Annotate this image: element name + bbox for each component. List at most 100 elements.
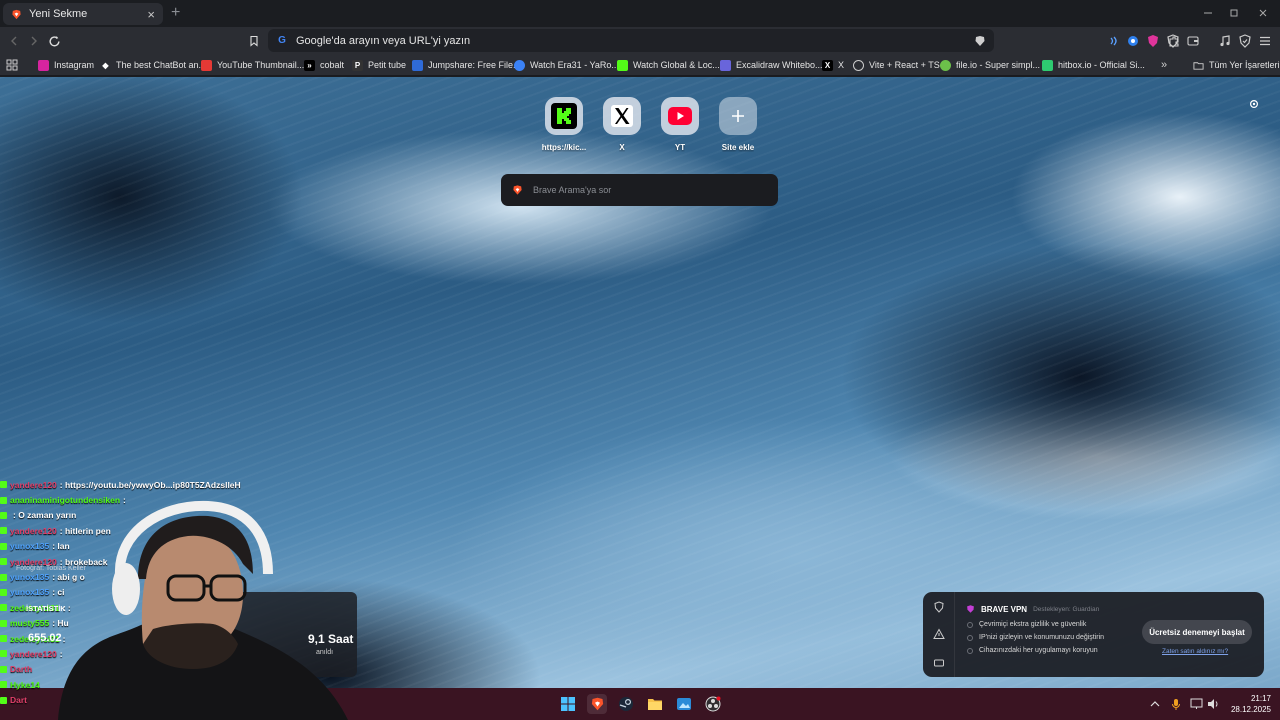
bookmark-chatbot[interactable]: ◆ The best ChatBot an... <box>100 57 206 73</box>
taskbar-obs[interactable] <box>703 694 723 714</box>
bookmark-watch-global[interactable]: Watch Global & Loc... <box>617 57 720 73</box>
file-io-icon <box>940 59 951 71</box>
kick-badge-icon <box>0 527 7 535</box>
obs-icon <box>705 696 721 712</box>
jumpshare-icon <box>412 59 423 71</box>
close-window-button[interactable] <box>1254 5 1272 21</box>
arrow-right-icon <box>31 36 37 46</box>
vpn-supported-by: Destekleyen: Guardian <box>1033 605 1100 613</box>
vpn-feature-text: Cihazınızdaki her uygulamayı koruyun <box>979 647 1098 654</box>
tab-new-tab[interactable]: Yeni Sekme × <box>3 3 163 25</box>
kick-badge-icon <box>0 604 7 612</box>
bookmark-youtube-thumbnail[interactable]: YouTube Thumbnail... <box>201 57 304 73</box>
apps-button[interactable] <box>6 57 18 73</box>
new-tab-button[interactable]: + <box>171 4 180 22</box>
bookmark-icon <box>250 35 258 47</box>
address-bar[interactable]: G <box>268 29 994 52</box>
minimize-button[interactable] <box>1199 5 1217 21</box>
bookmark-hitbox[interactable]: hitbox.io - Official Si... <box>1042 57 1145 73</box>
all-bookmarks-label: Tüm Yer İşaretleri <box>1209 60 1280 70</box>
brave-rewards-button[interactable] <box>1145 33 1161 49</box>
wallet-button[interactable] <box>1185 33 1201 49</box>
kick-badge-icon <box>0 681 7 689</box>
music-note-icon <box>1220 35 1230 47</box>
bookmarks-overflow-button[interactable]: » <box>1161 57 1167 73</box>
microphone-button[interactable] <box>1169 697 1183 711</box>
taskbar-steam[interactable] <box>616 694 636 714</box>
taskbar-photos[interactable] <box>674 694 694 714</box>
thumbnail-icon <box>201 59 212 71</box>
already-purchased-link[interactable]: Zaten satın aldınız mı? <box>1162 648 1228 655</box>
brave-search-icon <box>513 185 522 195</box>
network-button[interactable] <box>1189 697 1203 711</box>
reload-button[interactable] <box>46 33 62 49</box>
top-site-youtube[interactable]: YT <box>656 97 704 152</box>
add-site-button[interactable]: Site ekle <box>714 97 762 152</box>
vpn-shield-icon <box>1239 34 1251 48</box>
bookmark-petit-tube[interactable]: P Petit tube <box>352 57 406 73</box>
bookmark-page-button[interactable] <box>246 33 262 49</box>
bookmark-label: Vite + React + TS <box>869 60 940 70</box>
extensions-button[interactable] <box>1166 33 1182 49</box>
chevron-up-icon <box>1150 701 1160 707</box>
bookmark-file-io[interactable]: file.io - Super simpl... <box>940 57 1040 73</box>
bookmark-cobalt[interactable]: » cobalt <box>304 57 344 73</box>
start-free-trial-button[interactable]: Ücretsiz denemeyi başlat <box>1142 620 1252 644</box>
top-site-label: X <box>619 143 625 152</box>
bookmark-x[interactable]: XX <box>822 57 844 73</box>
vpn-card: BRAVE VPN Destekleyen: Guardian Çevrimiç… <box>923 592 1264 677</box>
media-button[interactable] <box>1217 33 1233 49</box>
tab-close-button[interactable]: × <box>147 8 155 21</box>
tab-title: Yeni Sekme <box>29 8 88 20</box>
check-circle-icon <box>967 634 973 641</box>
era31-icon <box>514 59 525 71</box>
bookmark-label: file.io - Super simpl... <box>956 60 1041 70</box>
kick-badge-icon <box>0 635 7 643</box>
speaker-icon <box>1207 699 1217 709</box>
photo-credit: Fotoğraf: Tobias Keller <box>16 565 86 572</box>
shield-icon[interactable] <box>933 601 945 613</box>
brave-logo-icon <box>591 697 603 711</box>
clock-time: 21:17 <box>1250 694 1271 703</box>
bookmark-label: Jumpshare: Free File... <box>428 60 521 70</box>
vpn-feature: Çevrimiçi ekstra gizlilik ve güvenlik <box>967 621 1086 628</box>
brave-shields-icon[interactable] <box>974 35 986 47</box>
all-bookmarks-button[interactable]: Tüm Yer İşaretleri <box>1193 57 1280 73</box>
maximize-button[interactable] <box>1225 5 1243 21</box>
card-icon[interactable] <box>933 657 945 669</box>
bookmark-label: Excalidraw Whitebo... <box>736 60 823 70</box>
bookmark-excalidraw[interactable]: Excalidraw Whitebo... <box>720 57 823 73</box>
leo-ai-button[interactable] <box>1106 33 1122 49</box>
search-input[interactable] <box>533 185 767 195</box>
back-button[interactable] <box>6 33 22 49</box>
start-button[interactable] <box>558 694 578 714</box>
taskbar-apps <box>558 694 723 714</box>
forward-button[interactable] <box>26 33 42 49</box>
bookmarks-bar: Instagram ◆ The best ChatBot an... YouTub… <box>0 54 1280 76</box>
youtube-icon <box>661 97 699 135</box>
brave-search-box[interactable] <box>501 174 778 206</box>
warning-icon[interactable] <box>933 628 945 640</box>
bookmark-era31[interactable]: Watch Era31 - YaRo... <box>514 57 619 73</box>
chat-username: musty555 <box>10 618 50 629</box>
url-input[interactable] <box>296 34 966 47</box>
taskbar-file-explorer[interactable] <box>645 694 665 714</box>
top-site-x[interactable]: X <box>598 97 646 152</box>
bookmark-vite[interactable]: Vite + React + TS <box>853 57 940 73</box>
top-site-label: YT <box>674 143 686 152</box>
bookmark-instagram[interactable]: Instagram <box>38 57 94 73</box>
apps-grid-icon <box>6 59 18 71</box>
top-site-kick[interactable]: https://kic... <box>540 97 588 152</box>
customize-button[interactable] <box>1248 97 1260 115</box>
system-clock[interactable]: 21:17 28.12.2025 <box>1227 693 1271 715</box>
menu-button[interactable] <box>1257 33 1273 49</box>
kick-badge-icon <box>0 588 7 596</box>
volume-button[interactable] <box>1206 697 1220 711</box>
brave-logo-icon <box>12 9 21 19</box>
bookmark-label: Instagram <box>54 60 95 70</box>
vpn-button[interactable] <box>1237 33 1253 49</box>
taskbar-brave[interactable] <box>587 694 607 714</box>
extension-button-1[interactable] <box>1125 33 1141 49</box>
bookmark-jumpshare[interactable]: Jumpshare: Free File... <box>412 57 521 73</box>
show-hidden-icons-button[interactable] <box>1148 697 1162 711</box>
